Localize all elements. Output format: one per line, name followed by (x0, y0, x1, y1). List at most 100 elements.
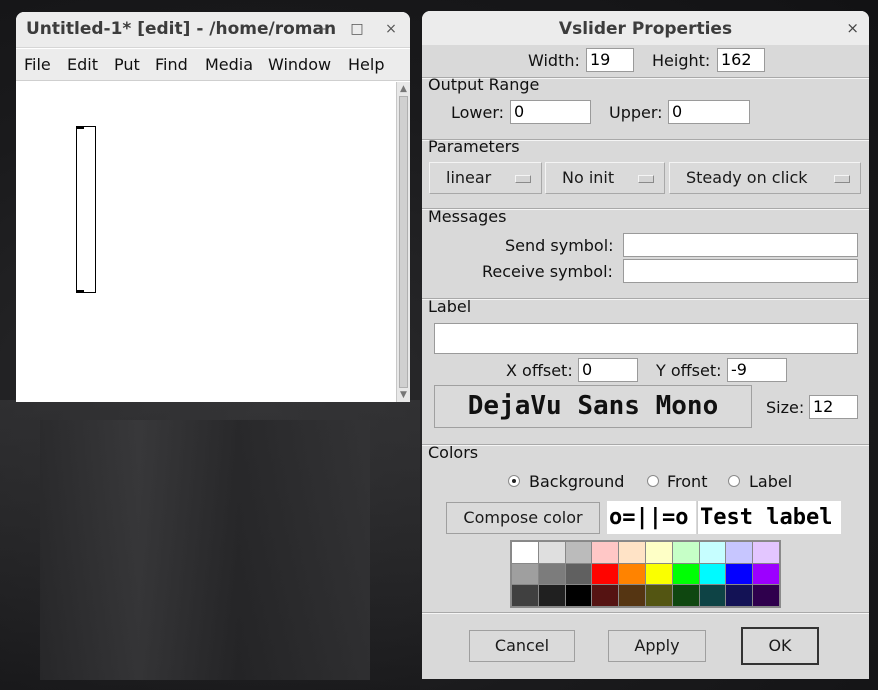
color-swatch[interactable] (538, 542, 565, 563)
color-swatch[interactable] (699, 563, 726, 585)
dropdown-indicator-icon (638, 175, 654, 183)
label-field[interactable] (434, 323, 858, 354)
output-range-heading: Output Range (428, 75, 540, 94)
menu-media[interactable]: Media (205, 55, 253, 74)
vslider-top-inlet (76, 126, 84, 129)
color-swatch[interactable] (672, 563, 699, 585)
dialog-close-icon[interactable]: × (846, 19, 859, 37)
color-swatch[interactable] (672, 585, 699, 606)
patch-editor-window: Untitled-1* [edit] - /home/roman – □ × F… (16, 12, 410, 402)
close-button[interactable]: × (382, 20, 400, 38)
color-swatch[interactable] (753, 542, 779, 563)
send-symbol-field[interactable] (623, 233, 858, 257)
color-swatch[interactable] (538, 585, 565, 606)
editor-titlebar[interactable]: Untitled-1* [edit] - /home/roman – □ × (16, 12, 410, 48)
color-swatch[interactable] (512, 542, 538, 563)
font-button[interactable]: DejaVu Sans Mono (434, 385, 752, 428)
background-radio[interactable] (508, 475, 520, 487)
color-swatch[interactable] (565, 585, 592, 606)
desktop-background-shade (40, 420, 370, 680)
vslider-bottom-outlet (76, 290, 84, 293)
y-offset-field[interactable]: -9 (727, 358, 787, 382)
color-swatch[interactable] (699, 585, 726, 606)
vertical-scrollbar[interactable]: ▲ ▼ (396, 82, 410, 402)
scale-dropdown[interactable]: linear (429, 162, 542, 194)
label-color-preview: Test label (697, 501, 841, 534)
color-swatch[interactable] (592, 542, 619, 563)
color-swatch[interactable] (645, 563, 672, 585)
send-symbol-label: Send symbol: (505, 236, 614, 255)
init-dropdown-value: No init (562, 168, 615, 187)
front-radio[interactable] (647, 475, 659, 487)
color-swatch[interactable] (726, 563, 753, 585)
color-swatch[interactable] (565, 563, 592, 585)
messages-heading: Messages (428, 207, 507, 226)
color-swatch[interactable] (592, 585, 619, 606)
color-swatch[interactable] (645, 542, 672, 563)
color-swatch[interactable] (512, 563, 538, 585)
color-swatch[interactable] (753, 563, 779, 585)
size-field[interactable]: 12 (809, 395, 858, 419)
maximize-button[interactable]: □ (348, 20, 366, 38)
upper-label: Upper: (609, 103, 663, 122)
init-dropdown[interactable]: No init (545, 162, 665, 194)
steady-dropdown-value: Steady on click (686, 168, 808, 187)
height-label: Height: (652, 51, 711, 70)
color-swatch[interactable] (672, 542, 699, 563)
x-offset-field[interactable]: 0 (578, 358, 638, 382)
height-field[interactable]: 162 (717, 48, 765, 72)
upper-field[interactable]: 0 (668, 100, 750, 124)
menu-edit[interactable]: Edit (67, 55, 98, 74)
color-swatch[interactable] (645, 585, 672, 606)
label-radio-label[interactable]: Label (749, 472, 792, 491)
front-radio-label[interactable]: Front (667, 472, 707, 491)
steady-dropdown[interactable]: Steady on click (669, 162, 861, 194)
receive-symbol-label: Receive symbol: (482, 262, 613, 281)
receive-symbol-field[interactable] (623, 259, 858, 283)
color-palette (510, 540, 781, 608)
menu-file[interactable]: File (24, 55, 51, 74)
color-swatch[interactable] (592, 563, 619, 585)
lower-field[interactable]: 0 (510, 100, 591, 124)
colors-heading: Colors (428, 443, 479, 462)
menu-bar: File Edit Put Find Media Window Help (16, 49, 410, 81)
color-swatch[interactable] (753, 585, 779, 606)
apply-button[interactable]: Apply (608, 630, 706, 662)
color-swatch[interactable] (512, 585, 538, 606)
color-swatch[interactable] (619, 585, 645, 606)
menu-put[interactable]: Put (114, 55, 140, 74)
color-swatch[interactable] (565, 542, 592, 563)
color-swatch[interactable] (538, 563, 565, 585)
separator (422, 444, 869, 446)
dialog-titlebar[interactable]: Vslider Properties × (422, 11, 869, 45)
dropdown-indicator-icon (515, 175, 531, 183)
menu-find[interactable]: Find (155, 55, 188, 74)
dropdown-indicator-icon (834, 175, 850, 183)
cancel-button[interactable]: Cancel (469, 630, 575, 662)
width-field[interactable]: 19 (586, 48, 634, 72)
ok-button[interactable]: OK (741, 627, 819, 665)
label-radio[interactable] (728, 475, 740, 487)
scale-dropdown-value: linear (446, 168, 492, 187)
color-swatch[interactable] (619, 542, 645, 563)
color-swatch[interactable] (699, 542, 726, 563)
y-offset-label: Y offset: (656, 361, 722, 380)
width-label: Width: (528, 51, 580, 70)
color-swatch[interactable] (619, 563, 645, 585)
color-swatch[interactable] (726, 585, 753, 606)
slider-color-preview: o=||=o (607, 501, 696, 534)
separator (422, 298, 869, 300)
patch-canvas[interactable] (16, 82, 396, 402)
color-swatch[interactable] (726, 542, 753, 563)
background-radio-label[interactable]: Background (529, 472, 624, 491)
compose-color-button[interactable]: Compose color (446, 502, 600, 534)
scrollbar-thumb[interactable] (399, 96, 408, 388)
scroll-up-icon[interactable]: ▲ (398, 83, 409, 95)
x-offset-label: X offset: (506, 361, 573, 380)
menu-help[interactable]: Help (348, 55, 384, 74)
minimize-button[interactable]: – (314, 20, 332, 38)
scroll-down-icon[interactable]: ▼ (398, 389, 409, 401)
menu-window[interactable]: Window (268, 55, 331, 74)
vslider-object[interactable] (76, 126, 96, 293)
vslider-properties-dialog: Vslider Properties × Width: 19 Height: 1… (422, 11, 869, 679)
